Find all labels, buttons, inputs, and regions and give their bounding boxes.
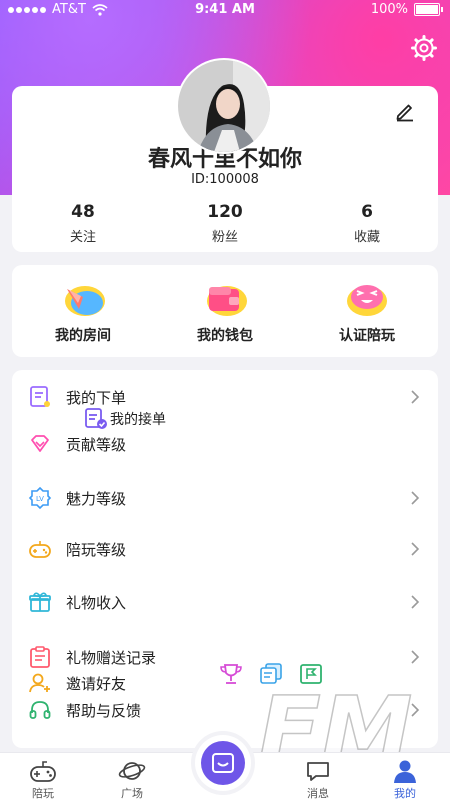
stat-value: 6 <box>361 202 373 222</box>
quick-certify-companion[interactable]: 认证陪玩 <box>296 265 438 357</box>
quick-actions-card: 我的房间 我的钱包 认证陪玩 <box>12 265 438 357</box>
user-icon <box>394 760 416 783</box>
menu-card: 我的下单 我的接单 贡献等级 LV 魅力等级 陪玩等级 礼物收入 礼物赠送记录 … <box>12 370 438 748</box>
menu-item-accepted-orders[interactable]: 我的接单 <box>84 408 166 430</box>
cards-icon <box>260 663 282 684</box>
chevron-right-icon <box>411 703 420 717</box>
stat-value: 120 <box>207 202 243 222</box>
headset-icon <box>29 701 51 719</box>
menu-item-label: 魅力等级 <box>66 489 127 508</box>
tab-messages[interactable]: 消息 <box>283 753 353 801</box>
overlay-icons <box>218 663 324 685</box>
message-icon <box>307 762 329 781</box>
stat-following[interactable]: 48 关注 <box>12 202 154 245</box>
gamepad-icon <box>29 541 51 558</box>
accepted-order-icon <box>85 408 107 429</box>
profile-stats: 48 关注 120 粉丝 6 收藏 <box>12 202 438 245</box>
menu-sub-item-label: 我的接单 <box>110 412 166 428</box>
quick-my-room[interactable]: 我的房间 <box>12 265 154 357</box>
gamepad-tab-icon <box>30 761 56 782</box>
chevron-right-icon <box>411 542 420 556</box>
menu-item-label: 帮助与反馈 <box>66 701 142 720</box>
avatar-photo <box>178 60 270 152</box>
status-bar: AT&T 9:41 AM 100% <box>0 0 450 20</box>
svg-text:LV: LV <box>36 495 44 503</box>
gift-icon <box>29 592 51 612</box>
tab-label: 陪玩 <box>32 787 54 800</box>
quick-label: 认证陪玩 <box>339 328 395 344</box>
menu-item-label: 礼物赠送记录 <box>66 648 157 667</box>
center-button-inner <box>201 741 245 785</box>
chevron-right-icon <box>411 491 420 505</box>
tab-companion[interactable]: 陪玩 <box>8 753 78 801</box>
gift-record-icon <box>30 646 50 668</box>
quick-label: 我的钱包 <box>197 328 253 344</box>
stat-value: 48 <box>71 202 95 222</box>
tab-label: 我的 <box>394 787 416 800</box>
battery-status: 100% <box>370 2 443 17</box>
chevron-right-icon <box>411 650 420 664</box>
center-action-button[interactable] <box>195 735 251 791</box>
settings-gear-icon[interactable] <box>410 34 438 62</box>
planet-icon <box>118 762 146 780</box>
room-icon <box>65 286 105 316</box>
trophy-icon <box>220 664 242 684</box>
stat-favorites[interactable]: 6 收藏 <box>296 202 438 245</box>
certify-icon <box>347 285 387 316</box>
user-id: ID:100008 <box>191 172 259 187</box>
menu-item-companion-level[interactable]: 陪玩等级 <box>28 534 424 564</box>
tab-label: 广场 <box>121 787 143 800</box>
tab-mine[interactable]: 我的 <box>370 753 440 801</box>
chevron-right-icon <box>411 595 420 609</box>
battery-percent: 100% <box>370 2 408 17</box>
edit-profile-icon[interactable] <box>394 100 416 122</box>
menu-item-label: 陪玩等级 <box>66 540 127 559</box>
stat-fans[interactable]: 120 粉丝 <box>154 202 296 245</box>
menu-item-label: 邀请好友 <box>66 674 127 693</box>
chevron-right-icon <box>411 390 420 404</box>
menu-item-charm-level[interactable]: LV 魅力等级 <box>28 483 424 513</box>
menu-item-label: 我的下单 <box>66 388 127 407</box>
menu-item-help-feedback[interactable]: 帮助与反馈 <box>28 695 424 725</box>
stat-label: 收藏 <box>353 230 380 245</box>
stat-label: 关注 <box>69 230 96 245</box>
menu-item-label: 贡献等级 <box>66 435 127 454</box>
invite-friend-icon <box>29 673 50 693</box>
avatar[interactable] <box>178 60 270 152</box>
flag-icon <box>300 664 322 684</box>
menu-item-contribution-level[interactable]: 贡献等级 <box>28 429 424 459</box>
tab-square[interactable]: 广场 <box>97 753 167 801</box>
quick-my-wallet[interactable]: 我的钱包 <box>154 265 296 357</box>
tab-label: 消息 <box>307 787 329 800</box>
wallet-icon <box>207 286 247 316</box>
order-icon <box>30 386 50 407</box>
smile-box-icon <box>212 753 234 773</box>
quick-label: 我的房间 <box>55 328 111 344</box>
menu-item-gift-income[interactable]: 礼物收入 <box>28 587 424 617</box>
lv-badge-icon: LV <box>28 486 52 510</box>
battery-icon <box>414 3 443 16</box>
diamond-icon <box>31 435 49 452</box>
menu-item-label: 礼物收入 <box>66 593 127 612</box>
stat-label: 粉丝 <box>211 230 238 245</box>
